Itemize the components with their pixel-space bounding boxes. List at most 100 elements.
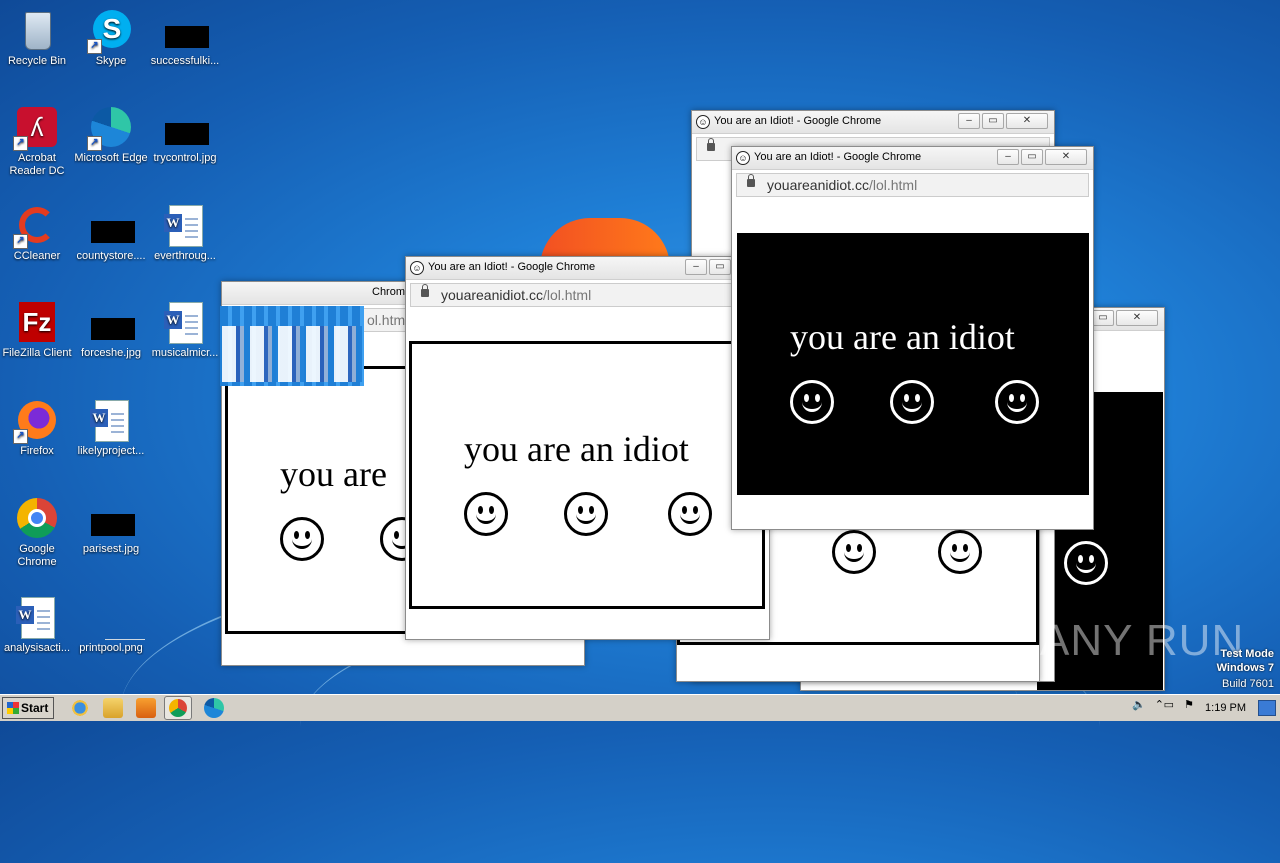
lock-icon [747, 174, 755, 187]
phrase-text: you are an idiot [790, 317, 1015, 357]
image-file-icon [89, 300, 135, 344]
chrome-icon [15, 496, 59, 540]
restore-button[interactable]: ▭ [1021, 149, 1043, 165]
window-controls: – ▭ ✕ [997, 149, 1087, 165]
smiley-face [464, 492, 508, 536]
desktop-icon-analysisacti[interactable]: W analysisacti... [0, 595, 74, 655]
desktop-icon-parisest[interactable]: parisest.jpg [74, 496, 148, 556]
window-title: You are an Idiot! - Google Chrome [754, 151, 922, 163]
network-icon[interactable]: ▭ [1164, 698, 1174, 718]
smiley-face [668, 492, 712, 536]
word-doc-icon: W [89, 398, 133, 442]
clock[interactable]: 1:19 PM [1205, 702, 1246, 714]
browser-window-front[interactable]: ☺ You are an Idiot! - Google Chrome – ▭ … [731, 146, 1094, 530]
desktop-icon-forceshe[interactable]: forceshe.jpg [74, 300, 148, 360]
desktop-icon-firefox[interactable]: ↗ Firefox [0, 398, 74, 458]
desktop-icon-musicalmicr[interactable]: W musicalmicr... [148, 300, 222, 360]
media-player-icon[interactable] [136, 698, 156, 718]
desktop-icon-acrobat[interactable]: ʎ ↗ Acrobat Reader DC [0, 105, 74, 178]
window-controls: – ▭ ✕ [958, 113, 1048, 129]
desktop-icon-ccleaner[interactable]: ↗ CCleaner [0, 203, 74, 263]
desktop-icon-label: musicalmicr... [151, 347, 219, 359]
taskbar: Start ⌃ 🔈 ▭ ⚑ 1:19 PM [0, 694, 1280, 721]
acrobat-icon: ʎ ↗ [13, 105, 59, 151]
desktop-icon-label: parisest.jpg [82, 543, 140, 555]
desktop-icon-trycontrol[interactable]: trycontrol.jpg [148, 105, 222, 165]
desktop-icon-label: Microsoft Edge [74, 152, 148, 164]
word-doc-icon: W [163, 300, 207, 344]
edge-icon[interactable] [204, 698, 224, 718]
desktop-icon-label: Recycle Bin [7, 55, 67, 67]
windows-flag-icon [7, 702, 19, 714]
smiley-favicon-icon: ☺ [696, 115, 710, 129]
url-text: youareanidiot.cc/lol.html [767, 177, 918, 193]
desktop-icon-label: countystore.... [76, 250, 146, 262]
explorer-icon[interactable] [103, 698, 123, 718]
phrase-text: you are an idiot [464, 429, 689, 469]
restore-button[interactable]: ▭ [982, 113, 1004, 129]
desktop-icon-recycle-bin[interactable]: Recycle Bin [0, 8, 74, 68]
minimize-button[interactable]: – [685, 259, 707, 275]
flag-icon[interactable]: ⚑ [1184, 698, 1194, 718]
glitch-artifact [220, 306, 364, 386]
desktop-icon-label: Skype [95, 55, 127, 67]
show-desktop-button[interactable] [1258, 700, 1276, 716]
window-title: You are an Idiot! - Google Chrome [428, 261, 596, 273]
word-doc-icon: W [163, 203, 207, 247]
browser-window-middle[interactable]: ☺ You are an Idiot! - Google Chrome – ▭ … [405, 256, 770, 640]
smiley-favicon-icon: ☺ [736, 151, 750, 165]
word-doc-icon: W [15, 595, 59, 639]
address-bar[interactable]: youareanidiot.cc/lol.html [410, 283, 765, 307]
desktop-icon-countystore[interactable]: countystore.... [74, 203, 148, 263]
desktop-icon-filezilla[interactable]: Fz FileZilla Client [0, 300, 74, 360]
restore-button[interactable]: ▭ [709, 259, 731, 275]
window-controls: – ▭ [685, 259, 731, 275]
start-label: Start [21, 701, 49, 715]
title-bar[interactable]: ☺ You are an Idiot! - Google Chrome – ▭ … [732, 147, 1093, 170]
close-button[interactable]: ✕ [1116, 310, 1158, 326]
desktop-icon-likelyproject[interactable]: W likelyproject... [74, 398, 148, 458]
skype-icon: S ↗ [87, 8, 133, 54]
desktop-icon-label: Acrobat Reader DC [9, 152, 65, 177]
smiley-face [280, 517, 324, 561]
restore-button[interactable]: ▭ [1092, 310, 1114, 326]
test-mode-label: Test Mode [1220, 648, 1274, 660]
desktop-icon-skype[interactable]: S ↗ Skype [74, 8, 148, 68]
desktop-icon-label: successfulki... [150, 55, 220, 67]
lock-icon [707, 138, 715, 151]
smiley-face [995, 380, 1039, 424]
desktop-icon-edge[interactable]: ↗ Microsoft Edge [74, 105, 148, 165]
anyrun-watermark: ANY RUN [1040, 616, 1245, 665]
desktop-icon-chrome[interactable]: Google Chrome [0, 496, 74, 569]
minimize-button[interactable]: – [997, 149, 1019, 165]
close-button[interactable]: ✕ [1045, 149, 1087, 165]
image-file-icon [163, 105, 209, 149]
firefox-icon: ↗ [13, 398, 59, 444]
address-bar[interactable]: youareanidiot.cc/lol.html [736, 173, 1089, 197]
image-file-icon [89, 496, 135, 540]
desktop-icon-label: Firefox [20, 445, 54, 457]
desktop-icon-label: CCleaner [13, 250, 61, 262]
smiley-face [790, 380, 834, 424]
title-bar[interactable]: ☺ You are an Idiot! - Google Chrome – ▭ [406, 257, 769, 280]
title-bar[interactable]: ☺ You are an Idiot! - Google Chrome – ▭ … [692, 111, 1054, 134]
desktop-icon-everthroug[interactable]: W everthroug... [148, 203, 222, 263]
desktop-icon-printpool[interactable]: printpool.png [74, 595, 148, 655]
content-panel: you are an idiot [409, 341, 765, 609]
window-controls: ▭ ✕ [1092, 310, 1158, 326]
smiley-favicon-icon: ☺ [410, 261, 424, 275]
start-button[interactable]: Start [2, 697, 54, 719]
close-button[interactable]: ✕ [1006, 113, 1048, 129]
chrome-taskbar-button[interactable] [164, 696, 192, 720]
image-file-icon [89, 595, 145, 640]
image-file-icon [89, 203, 135, 247]
desktop-icon-label: FileZilla Client [2, 347, 72, 359]
volume-icon[interactable]: 🔈 [1132, 698, 1146, 718]
desktop-icon-label: analysisacti... [3, 642, 71, 654]
smiley-face [564, 492, 608, 536]
desktop-icon-label: printpool.png [79, 642, 143, 654]
internet-explorer-icon[interactable] [70, 698, 90, 718]
url-text: youareanidiot.cc/lol.html [441, 287, 592, 303]
desktop-icon-successfulki[interactable]: successfulki... [148, 8, 222, 68]
minimize-button[interactable]: – [958, 113, 980, 129]
